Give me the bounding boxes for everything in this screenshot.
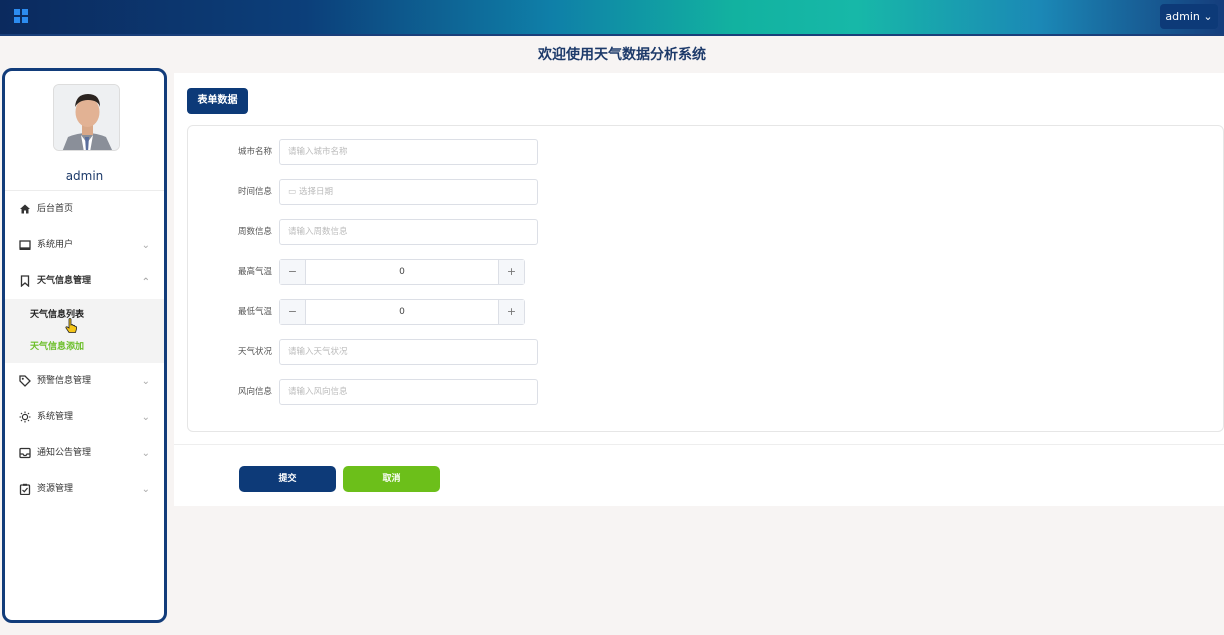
sidebar: admin 后台首页 系统用户 ⌄ 天气信息管理 ⌃ 天气信息列表 天气信息添加… [2,68,167,623]
submenu-item-weather-add[interactable]: 天气信息添加 [5,331,164,363]
chevron-down-icon: ⌄ [141,448,150,459]
max-temp-value[interactable]: 0 [306,260,498,284]
form-row-date: 时间信息 ▭ 选择日期 [188,179,588,205]
sidebar-item-system-management[interactable]: 系统管理 ⌄ [5,399,164,435]
form-row-max-temp: 最高气温 − 0 + [188,259,588,285]
hand-cursor-icon [65,318,78,338]
wind-direction-input[interactable]: 请输入风向信息 [279,379,538,405]
form-title-badge: 表单数据 [187,88,248,114]
form-row-wind: 风向信息 请输入风向信息 [188,379,588,405]
sidebar-item-label: 通知公告管理 [37,448,92,458]
main-content: 表单数据 城市名称 请输入城市名称 时间信息 ▭ 选择日期 周数信息 请输入周数信… [174,73,1224,506]
sidebar-item-label: 后台首页 [37,204,74,214]
chevron-down-icon: ⌄ [141,240,150,251]
submenu-item-weather-list[interactable]: 天气信息列表 [5,299,164,331]
field-label: 城市名称 [237,147,272,157]
field-label: 周数信息 [237,227,272,237]
week-info-input[interactable]: 请输入周数信息 [279,219,538,245]
date-picker-input[interactable]: ▭ 选择日期 [279,179,538,205]
sidebar-username: admin [65,169,104,183]
field-label: 最高气温 [237,267,272,277]
sidebar-item-label: 预警信息管理 [37,376,92,386]
page-title: 欢迎使用天气数据分析系统 [538,47,706,63]
field-label: 最低气温 [237,307,272,317]
calendar-icon: ▭ [288,187,297,197]
min-temp-value[interactable]: 0 [306,300,498,324]
decrement-button[interactable]: − [280,260,306,284]
min-temp-stepper: − 0 + [279,299,525,325]
form-row-week: 周数信息 请输入周数信息 [188,219,588,245]
field-label: 天气状况 [237,347,272,357]
chevron-down-icon: ⌄ [141,376,150,387]
sidebar-item-warning-management[interactable]: 预警信息管理 ⌄ [5,363,164,399]
increment-button[interactable]: + [498,300,524,324]
sidebar-item-notice-management[interactable]: 通知公告管理 ⌄ [5,435,164,471]
chevron-up-icon: ⌃ [141,277,150,288]
avatar [53,84,120,151]
sidebar-item-label: 系统用户 [37,240,74,250]
sidebar-item-label: 资源管理 [37,484,74,494]
bookmark-icon [20,275,30,287]
sidebar-item-label: 天气信息管理 [37,276,92,286]
user-menu-button[interactable]: admin ⌄ [1160,4,1218,29]
tag-icon [19,375,31,387]
form-row-min-temp: 最低气温 − 0 + [188,299,588,325]
sidebar-item-label: 系统管理 [37,412,74,422]
weather-status-input[interactable]: 请输入天气状况 [279,339,538,365]
sidebar-menu: 后台首页 系统用户 ⌄ 天气信息管理 ⌃ 天气信息列表 天气信息添加 预警信息管… [5,191,164,507]
form-row-city: 城市名称 请输入城市名称 [188,139,588,165]
cancel-button[interactable]: 取消 [343,466,440,492]
sidebar-item-weather-management[interactable]: 天气信息管理 ⌃ [5,263,164,299]
menu-grid-icon[interactable] [14,9,28,23]
field-label: 风向信息 [237,387,272,397]
chevron-down-icon: ⌄ [141,412,150,423]
sidebar-item-system-users[interactable]: 系统用户 ⌄ [5,227,164,263]
inbox-icon [19,447,31,459]
weather-submenu: 天气信息列表 天气信息添加 [5,299,164,363]
form-card: 城市名称 请输入城市名称 时间信息 ▭ 选择日期 周数信息 请输入周数信息 最高气… [187,125,1224,432]
decrement-button[interactable]: − [280,300,306,324]
form-actions: 提交 取消 [174,445,1224,506]
form-row-weather: 天气状况 请输入天气状况 [188,339,588,365]
max-temp-stepper: − 0 + [279,259,525,285]
sidebar-item-resource-management[interactable]: 资源管理 ⌄ [5,471,164,507]
increment-button[interactable]: + [498,260,524,284]
monitor-icon [19,240,31,250]
clipboard-icon [19,483,31,495]
sun-icon [19,411,31,423]
date-placeholder: 选择日期 [299,187,334,197]
sidebar-item-home[interactable]: 后台首页 [5,191,164,227]
city-name-input[interactable]: 请输入城市名称 [279,139,538,165]
chevron-down-icon: ⌄ [141,484,150,495]
home-icon [20,204,30,214]
field-label: 时间信息 [237,187,272,197]
top-bar: admin ⌄ [0,0,1224,36]
submit-button[interactable]: 提交 [239,466,336,492]
